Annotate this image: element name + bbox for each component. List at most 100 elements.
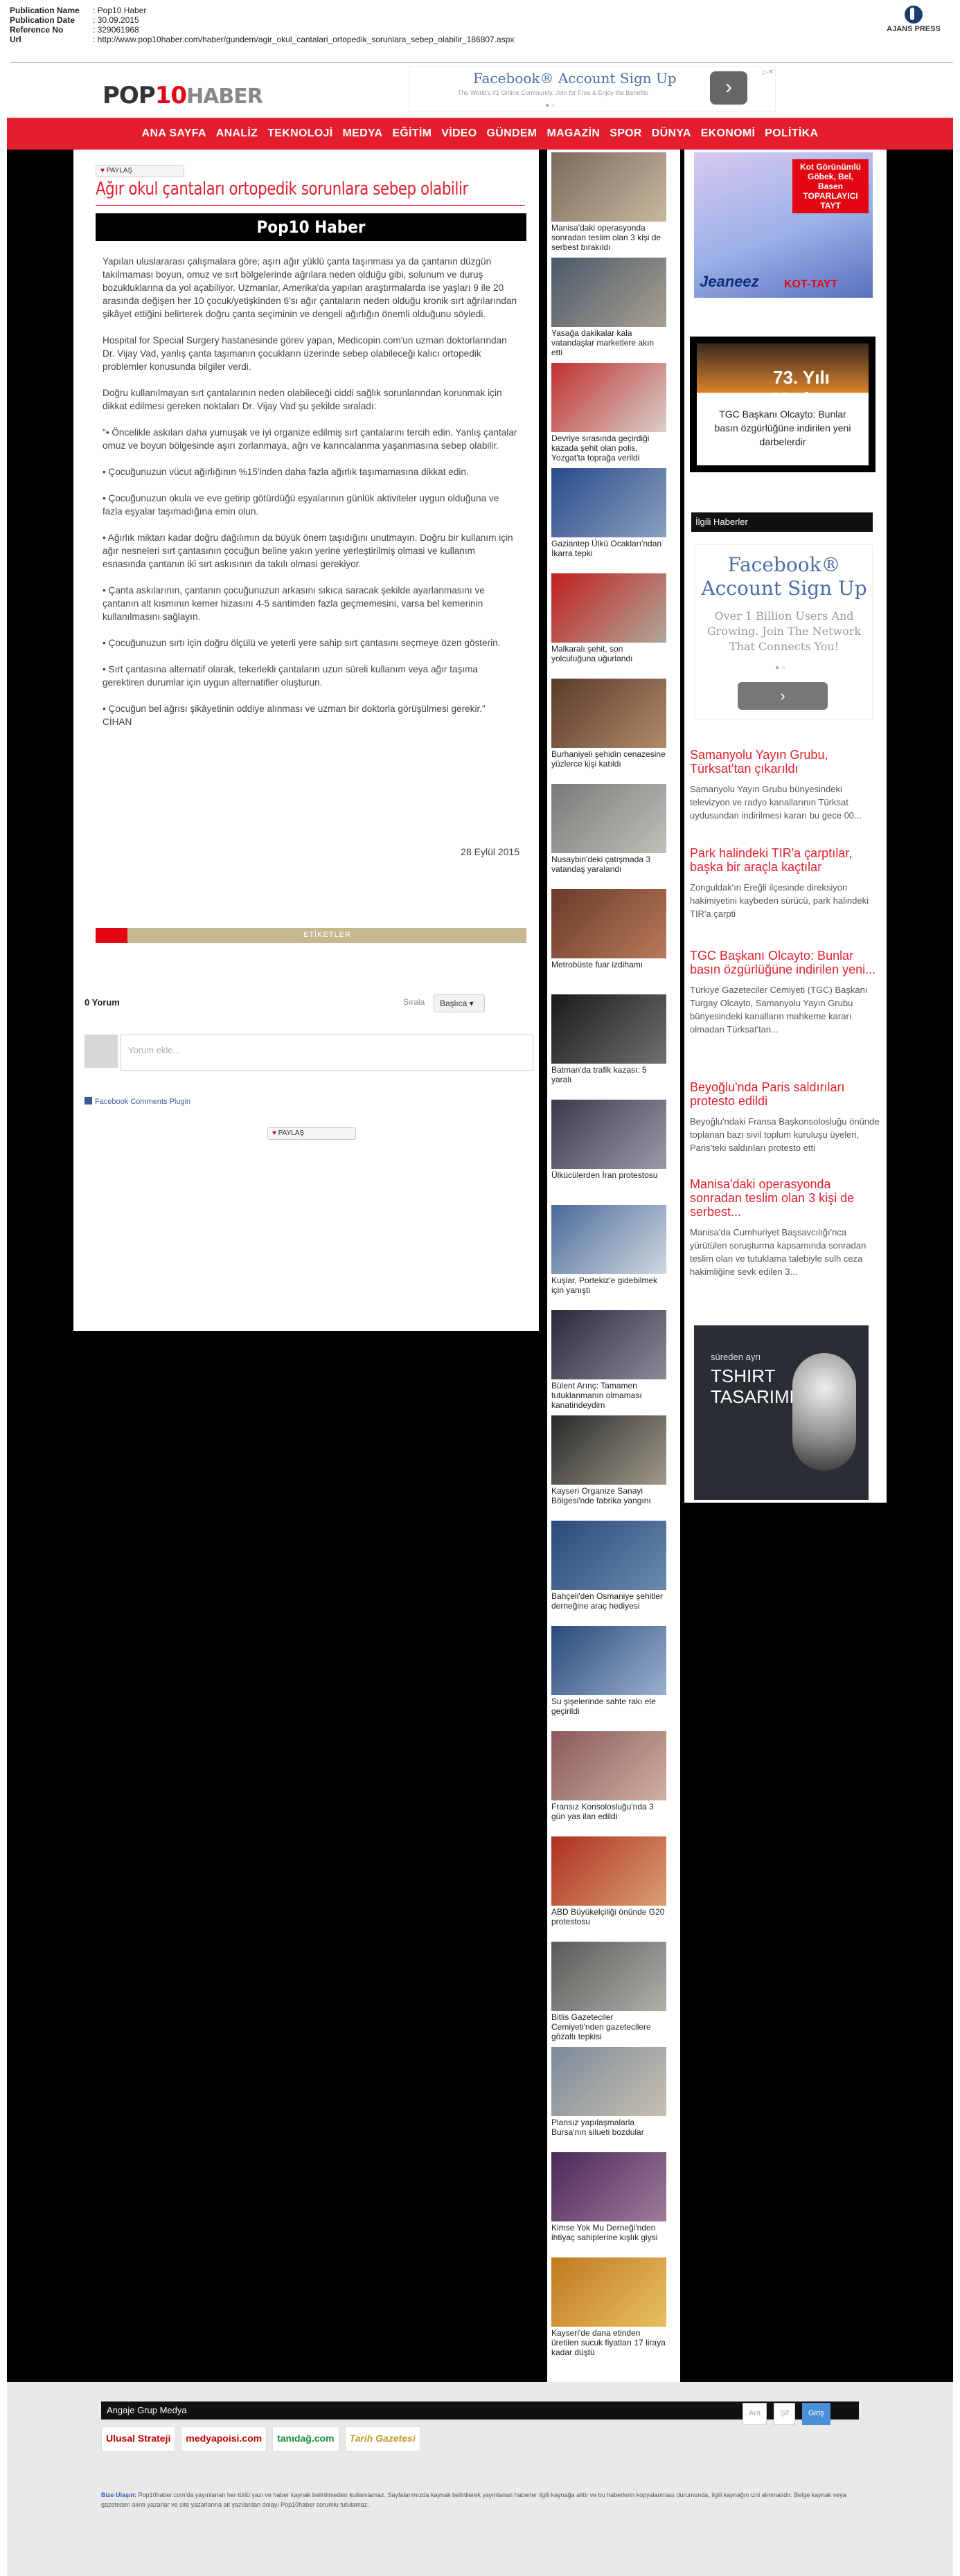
ad-subtitle: The World's #1 Online Community. Join fo… <box>458 89 649 96</box>
nav-item-politika[interactable]: POLİTİKA <box>765 127 818 140</box>
paragraph: Yapılan uluslararası çalışmalara göre; a… <box>103 256 517 319</box>
ad-close-icon[interactable]: ▷✕ <box>763 69 774 76</box>
top-banner-ad[interactable]: Facebook® Account Sign Up The World's #1… <box>409 66 776 112</box>
news-card[interactable]: Gaziantep Ülkü Ocakları'ndan İkarra tepk… <box>551 468 666 558</box>
comment-input[interactable]: Yorum ekle... <box>121 1035 533 1071</box>
news-thumbnail <box>551 1731 666 1800</box>
news-card[interactable]: Batman'da trafik kazası: 5 yaralı <box>551 994 666 1084</box>
footer-info: Bize Ulaşın: Pop10haber.com'da yayınlana… <box>101 2492 846 2508</box>
news-thumbnail <box>551 784 666 853</box>
news-thumbnail <box>551 1836 666 1906</box>
ajans-press-logo: AJANS PRESS <box>882 6 945 33</box>
news-card[interactable]: Su şişelerinde sahte rakı ele geçirildi <box>551 1626 666 1716</box>
news-thumbnail <box>551 1205 666 1274</box>
globe-icon <box>905 6 923 24</box>
ad-pager-dots[interactable]: ● ○ <box>545 102 555 109</box>
nav-item-ana-sayfa[interactable]: ANA SAYFA <box>142 127 206 140</box>
paragraph: • Çanta askılarının, çantanın çocuğunuzu… <box>103 585 485 622</box>
nav-item-video[interactable]: VİDEO <box>441 127 477 140</box>
avatar <box>85 1035 118 1068</box>
related-news-item[interactable]: Manisa'daki operasyonda sonradan teslim … <box>690 1177 884 1278</box>
featured-video[interactable]: 73. Yılı Medya TGC Başkanı Olcayto: Bunl… <box>690 337 875 472</box>
news-thumbnail <box>551 1100 666 1169</box>
tags-bar: ETİKETLER <box>96 928 526 943</box>
news-card[interactable]: Bitlis Gazeteciler Cemiyeti'nden gazetec… <box>551 1942 666 2041</box>
news-card[interactable]: Ülkücülerden İran protestosu <box>551 1100 666 1180</box>
paragraph: "• Öncelikle askıları daha yumuşak ve iy… <box>103 427 517 451</box>
news-thumbnail <box>551 1521 666 1590</box>
nav-item-ekonomi[interactable]: EKONOMİ <box>701 127 756 140</box>
jeans-ad[interactable]: Kot Görünümlü Göbek, Bel, Basen TOPARLAY… <box>694 152 873 298</box>
news-card[interactable]: Kayseri Organize Sanayi Bölgesi'nde fabr… <box>551 1415 666 1505</box>
news-thumbnail <box>551 2257 666 2327</box>
news-thumbnail <box>551 2152 666 2221</box>
news-thumbnail-column: Manisa'daki operasyonda sonradan teslim … <box>547 150 680 2382</box>
news-card[interactable]: Metrobüste fuar izdihamı <box>551 889 666 969</box>
publication-meta: Publication Name: Pop10 Haber Publicatio… <box>10 6 514 44</box>
news-card[interactable]: Nusaybin'deki çatışmada 3 vatandaş yaral… <box>551 784 666 874</box>
partner-logos: Ulusal Strateji medyapoisi.com tanıdağ.c… <box>101 2426 489 2480</box>
tshirt-ad[interactable]: süreden ayrı TSHIRT TASARIMLARI <box>694 1325 869 1500</box>
brand-bar: Pop10 Haber <box>96 213 526 241</box>
news-thumbnail <box>551 2047 666 2116</box>
site-logo[interactable]: POP10HABER <box>103 82 263 109</box>
astronaut-image <box>792 1353 856 1471</box>
paragraph: • Çocuğunuzun sırtı için doğru ölçülü ve… <box>103 638 501 648</box>
news-card[interactable]: Burhaniyeli şehidin cenazesine yüzlerce … <box>551 679 666 769</box>
news-card[interactable]: Manisa'daki operasyonda sonradan teslim … <box>551 152 666 252</box>
share-button[interactable]: ♥ PAYLAŞ <box>96 165 184 177</box>
nav-item-dunya[interactable]: DÜNYA <box>652 127 691 140</box>
news-card[interactable]: Plansız yapılaşmalarla Bursa'nın silueti… <box>551 2047 666 2137</box>
news-card[interactable]: Yasağa dakikalar kala vatandaşlar market… <box>551 258 666 357</box>
related-news-item[interactable]: Samanyolu Yayın Grubu, Türksat'tan çıkar… <box>690 748 884 822</box>
facebook-ad[interactable]: Facebook® Account Sign Up Over 1 Billion… <box>694 544 873 720</box>
contact-link[interactable]: Bize Ulaşın: <box>101 2492 136 2498</box>
partner-logo[interactable]: tanıdağ.com <box>272 2426 339 2451</box>
news-card[interactable]: Devriye sırasında geçirdiği kazada şehit… <box>551 363 666 463</box>
sort-select[interactable]: Başlıca ▾ <box>434 994 485 1012</box>
related-news-item[interactable]: TGC Başkanı Olcayto: Bunlar basın özgürl… <box>690 949 884 1036</box>
news-thumbnail <box>551 258 666 327</box>
facebook-icon <box>85 1097 92 1104</box>
news-thumbnail <box>551 994 666 1064</box>
news-card[interactable]: Kimse Yok Mu Derneği'nden ihtiyaç sahipl… <box>551 2152 666 2242</box>
nav-item-medya[interactable]: MEDYA <box>343 127 383 140</box>
facebook-plugin-link[interactable]: Facebook Comments Plugin <box>85 1097 190 1106</box>
news-card[interactable]: Kuşlar, Portekiz'e gidebilmek için yanış… <box>551 1205 666 1295</box>
ad-arrow-button[interactable]: › <box>738 682 828 710</box>
news-thumbnail <box>551 363 666 432</box>
news-card[interactable]: Fransız Konsolosluğu'nda 3 gün yas ilan … <box>551 1731 666 1821</box>
paragraph: • Çocuğunuzun okula ve eve getirip götür… <box>103 493 499 517</box>
footer-login-button[interactable]: Giriş <box>801 2403 830 2425</box>
divider <box>10 62 953 63</box>
meta-row: Reference No: 329061968 <box>10 25 139 35</box>
news-card[interactable]: Bahçeli'den Osmaniye şehitler derneğine … <box>551 1521 666 1611</box>
paragraph: • Ağırlık miktarı kadar doğru dağılımın … <box>103 533 513 569</box>
news-card[interactable]: Malkaralı şehit, son yolculuğuna uğurlan… <box>551 573 666 663</box>
partner-logo[interactable]: Ulusal Strateji <box>101 2426 176 2451</box>
related-news-item[interactable]: Park halindeki TIR'a çarptılar, başka bi… <box>690 846 884 920</box>
related-news-item[interactable]: Beyoğlu'nda Paris saldırıları protesto e… <box>690 1080 884 1154</box>
nav-item-teknoloji[interactable]: TEKNOLOJİ <box>267 127 332 140</box>
nav-item-egitim[interactable]: EĞİTİM <box>392 127 432 140</box>
footer-input[interactable]: Ara <box>743 2403 767 2425</box>
news-thumbnail <box>551 573 666 643</box>
share-button-bottom[interactable]: ♥ PAYLAŞ <box>267 1127 356 1140</box>
news-card[interactable]: Bülent Arınç: Tamamen tutuklanmanın olma… <box>551 1310 666 1410</box>
related-news-header: İlgili Haberler <box>691 512 873 532</box>
ad-title: Facebook® Account Sign Up <box>473 70 677 87</box>
nav-item-spor[interactable]: SPOR <box>610 127 642 140</box>
footer-password[interactable]: Şif <box>774 2403 795 2425</box>
nav-item-magazin[interactable]: MAGAZİN <box>546 127 600 140</box>
nav-item-gundem[interactable]: GÜNDEM <box>487 127 537 140</box>
paragraph: Doğru kullanılmayan sırt çantalarının ne… <box>103 388 502 411</box>
ad-arrow-button[interactable]: › <box>710 71 747 105</box>
news-card[interactable]: ABD Büyükelçiliği önünde G20 protestosu <box>551 1836 666 1926</box>
news-thumbnail <box>551 468 666 537</box>
news-card[interactable]: Kayseri'de dana etinden üretilen sucuk f… <box>551 2257 666 2357</box>
paragraph: Hospital for Special Surgery hastanesind… <box>103 335 507 372</box>
partner-logo[interactable]: medyapoisi.com <box>181 2426 267 2451</box>
partner-logo[interactable]: Tarih Gazetesi <box>344 2426 420 2451</box>
nav-item-analiz[interactable]: ANALİZ <box>216 127 258 140</box>
ad-pager-dots[interactable]: ● ○ <box>775 664 785 672</box>
